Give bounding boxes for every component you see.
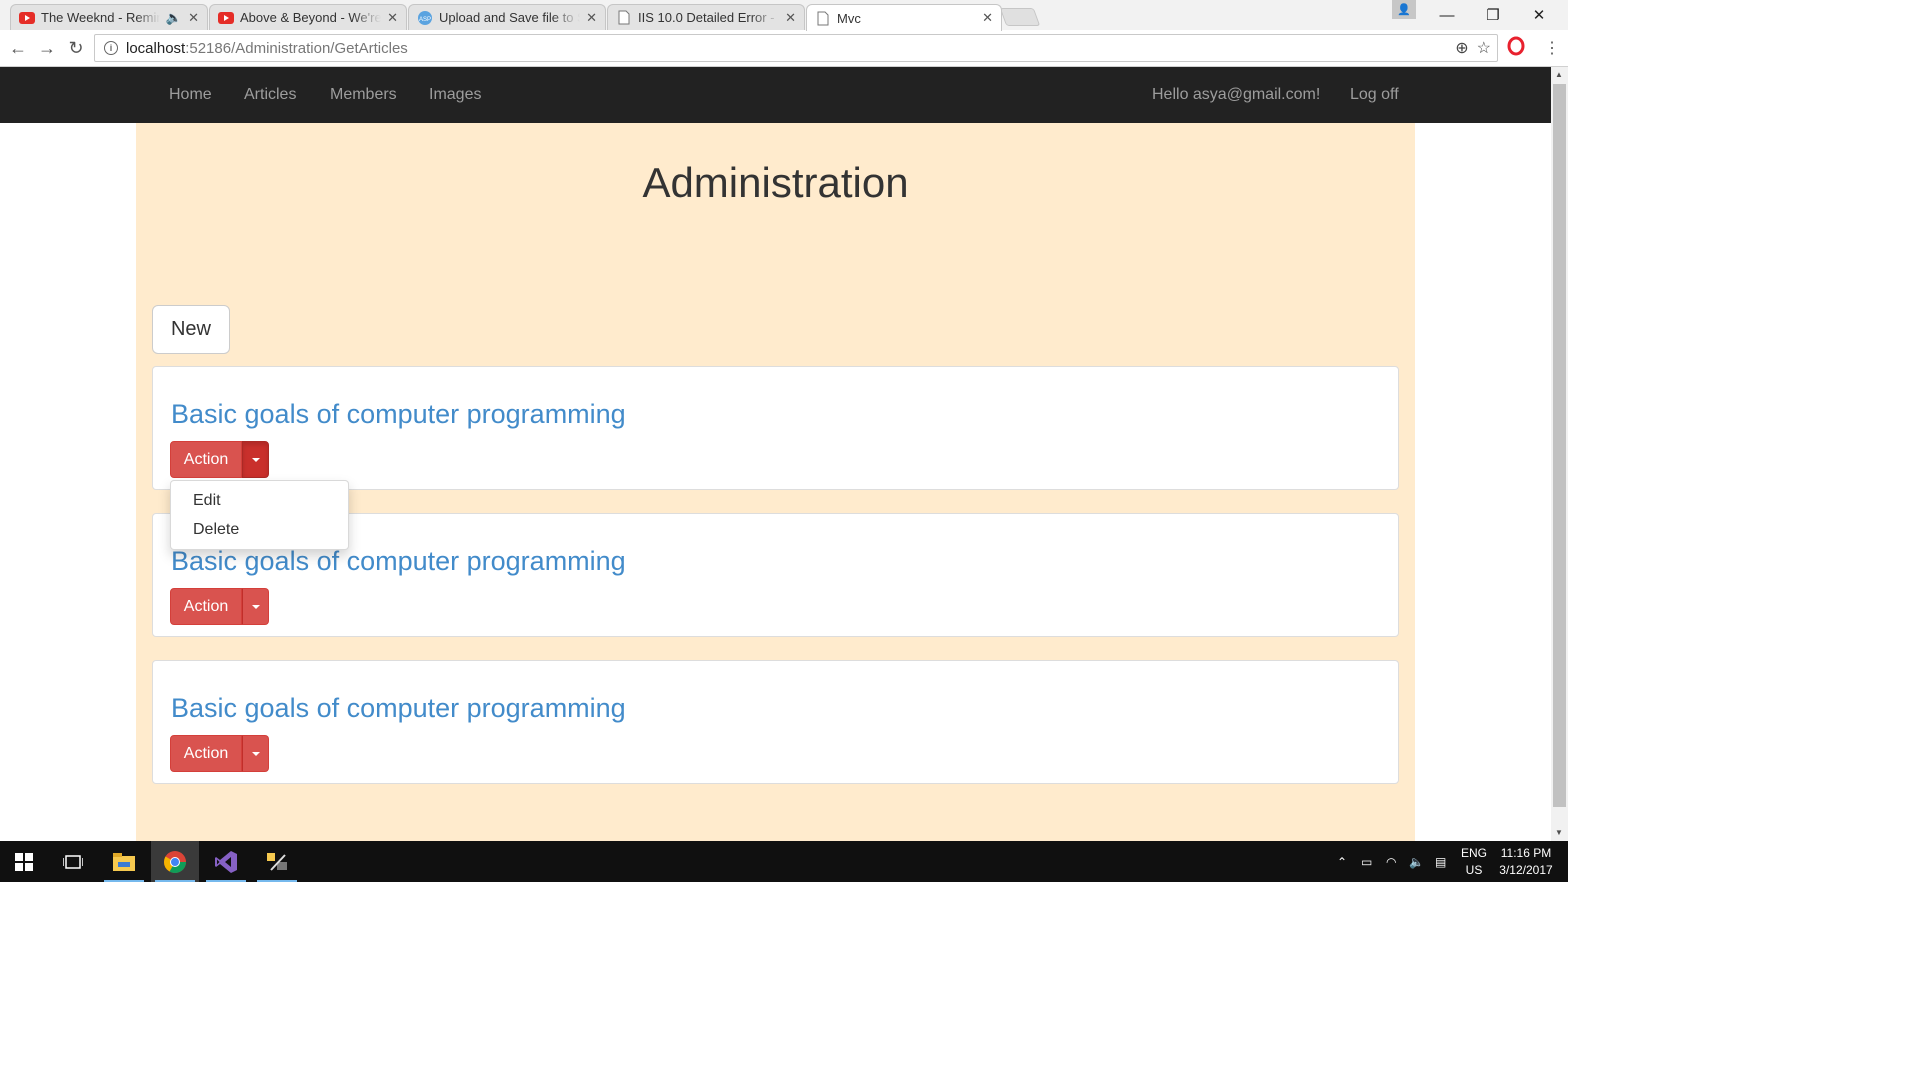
bookmark-star-icon[interactable]: ☆ [1477, 38, 1491, 58]
browser-tab-strip: The Weeknd - Reminder 🔈 ✕ Above & Beyond… [0, 0, 1568, 31]
action-button-group: Action [170, 588, 269, 625]
volume-icon[interactable]: 🔈 [1409, 841, 1424, 882]
reload-icon[interactable]: ↻ [65, 37, 87, 59]
file-explorer-icon[interactable] [100, 841, 148, 882]
chrome-icon[interactable] [151, 841, 199, 882]
close-tab-icon[interactable]: ✕ [785, 10, 796, 26]
tools-icon[interactable] [253, 841, 301, 882]
browser-tab[interactable]: IIS 10.0 Detailed Error - 404 ✕ [607, 4, 805, 30]
tab-title: IIS 10.0 Detailed Error - 404 [638, 10, 779, 25]
vertical-scrollbar[interactable]: ▲ ▼ [1551, 67, 1568, 841]
clock-date: 3/12/2017 [1499, 863, 1553, 877]
language-indicator[interactable]: ENG US [1460, 845, 1488, 879]
browser-tab[interactable]: Above & Beyond - We're All We Need ✕ [209, 4, 407, 30]
page-title: Administration [642, 159, 909, 206]
clock-time: 11:16 PM [1500, 846, 1552, 860]
address-bar[interactable]: i localhost:52186/Administration/GetArti… [94, 34, 1498, 62]
caret-down-icon [251, 604, 260, 609]
windows-taskbar: ⌃ ▭ ◠ 🔈 ▤ ENG US 11:16 PM 3/12/2017 [0, 841, 1568, 882]
tab-title: Upload and Save file to Server [439, 10, 580, 25]
back-icon[interactable]: ← [7, 37, 29, 59]
language-code: ENG [1460, 846, 1487, 860]
edit-menu-item[interactable]: Edit [171, 486, 348, 515]
nav-articles[interactable]: Articles [244, 67, 296, 123]
action-dropdown-toggle[interactable] [242, 441, 269, 478]
article-title-link[interactable]: Basic goals of computer programming [171, 693, 626, 724]
user-greeting[interactable]: Hello asya@gmail.com! [1152, 67, 1320, 123]
close-tab-icon[interactable]: ✕ [982, 10, 993, 26]
svg-text:ASP: ASP [419, 17, 431, 23]
show-hidden-icons[interactable]: ⌃ [1337, 841, 1347, 882]
forward-icon[interactable]: → [36, 37, 58, 59]
active-indicator [155, 880, 195, 882]
logoff-link[interactable]: Log off [1350, 67, 1399, 123]
wifi-icon[interactable]: ◠ [1386, 841, 1396, 882]
scroll-down-icon[interactable]: ▼ [1555, 828, 1563, 837]
close-tab-icon[interactable]: ✕ [586, 10, 597, 26]
browser-tab[interactable]: The Weeknd - Reminder 🔈 ✕ [10, 4, 208, 30]
action-button[interactable]: Action [170, 588, 242, 625]
browser-tab[interactable]: ASP Upload and Save file to Server ✕ [408, 4, 606, 30]
restore-icon[interactable]: ❐ [1470, 0, 1516, 30]
task-view-icon[interactable] [49, 841, 97, 882]
action-button-group: Action [170, 441, 269, 478]
url-host: localhost [126, 39, 186, 57]
url-path: :52186/Administration/GetArticles [185, 39, 408, 57]
opera-icon[interactable] [1507, 36, 1525, 58]
scroll-thumb[interactable] [1553, 84, 1566, 807]
browser-tab-active[interactable]: Mvc ✕ [806, 4, 1002, 31]
active-indicator [104, 880, 144, 882]
start-icon[interactable] [0, 841, 48, 882]
page-icon [616, 10, 632, 26]
menu-icon[interactable]: ⋮ [1544, 38, 1560, 58]
site-navbar: Home Articles Members Images Hello asya@… [0, 67, 1551, 123]
speaker-icon[interactable]: 🔈 [166, 10, 182, 26]
active-indicator [257, 880, 297, 882]
visual-studio-icon[interactable] [202, 841, 250, 882]
profile-icon[interactable]: 👤 [1392, 0, 1416, 19]
nav-members[interactable]: Members [330, 67, 397, 123]
youtube-icon [218, 10, 234, 26]
close-window-icon[interactable]: ✕ [1516, 0, 1562, 30]
close-tab-icon[interactable]: ✕ [387, 10, 398, 26]
action-button-group: Action [170, 735, 269, 772]
clock[interactable]: 11:16 PM 3/12/2017 [1494, 845, 1558, 879]
close-tab-icon[interactable]: ✕ [188, 10, 199, 26]
keyboard-layout: US [1465, 863, 1483, 877]
asp-icon: ASP [417, 10, 433, 26]
article-panel: Basic goals of computer programming Acti… [152, 366, 1399, 490]
action-dropdown-menu: Edit Delete [170, 480, 349, 550]
battery-icon[interactable]: ▭ [1361, 841, 1372, 882]
tab-title: The Weeknd - Reminder [41, 10, 160, 25]
article-title-link[interactable]: Basic goals of computer programming [171, 546, 626, 577]
delete-menu-item[interactable]: Delete [171, 515, 348, 544]
action-button[interactable]: Action [170, 441, 242, 478]
scroll-up-icon[interactable]: ▲ [1555, 70, 1563, 79]
active-indicator [206, 880, 246, 882]
info-icon[interactable]: i [104, 41, 118, 55]
action-center-icon[interactable]: ▤ [1435, 841, 1446, 882]
page-icon [815, 10, 831, 26]
caret-down-icon [251, 457, 260, 462]
new-article-button[interactable]: New [152, 305, 230, 354]
article-panel: Basic goals of computer programming Acti… [152, 660, 1399, 784]
tab-title: Mvc [837, 10, 861, 26]
zoom-icon[interactable]: ⊕ [1455, 38, 1468, 58]
action-button[interactable]: Action [170, 735, 242, 772]
nav-images[interactable]: Images [429, 67, 481, 123]
nav-home[interactable]: Home [169, 67, 212, 123]
action-dropdown-toggle[interactable] [242, 588, 269, 625]
minimize-icon[interactable]: — [1424, 0, 1470, 30]
new-tab-button[interactable] [999, 8, 1041, 26]
article-title-link[interactable]: Basic goals of computer programming [171, 399, 626, 430]
browser-toolbar: ← → ↻ i localhost:52186/Administration/G… [0, 30, 1568, 67]
action-dropdown-toggle[interactable] [242, 735, 269, 772]
page-viewport: Home Articles Members Images Hello asya@… [0, 67, 1551, 841]
caret-down-icon [251, 751, 260, 756]
tab-title: Above & Beyond - We're All We Need [240, 10, 382, 25]
youtube-icon [19, 10, 35, 26]
